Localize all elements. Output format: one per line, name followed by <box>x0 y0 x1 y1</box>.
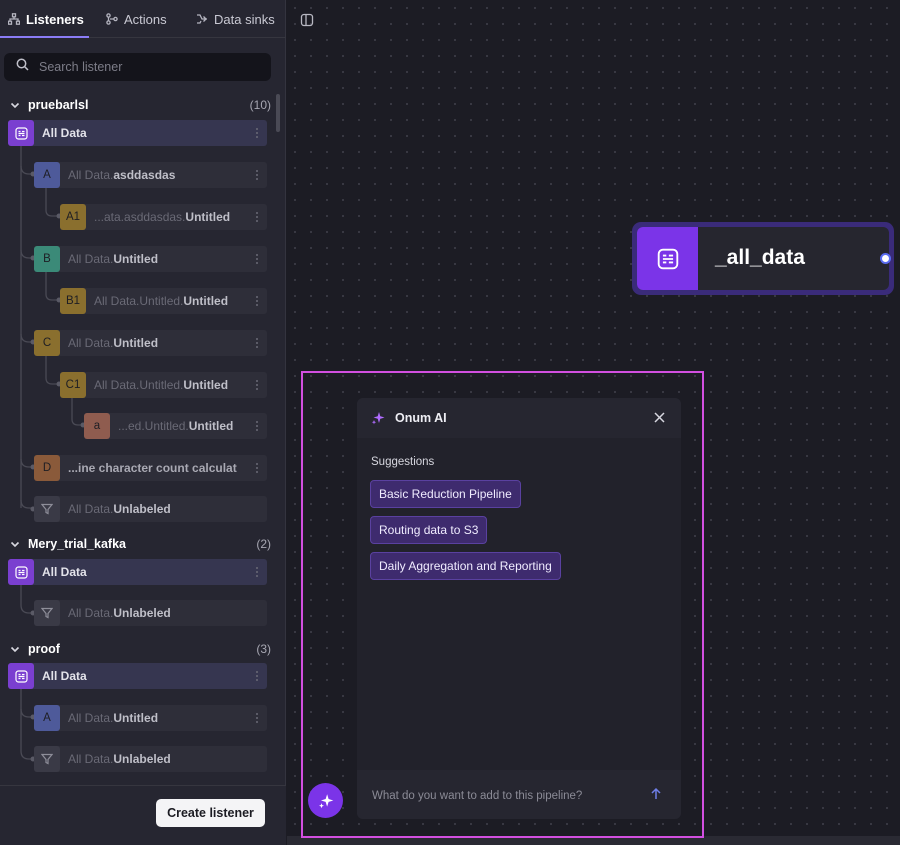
more-icon[interactable] <box>255 252 259 266</box>
more-icon[interactable] <box>255 168 259 182</box>
listener-node[interactable]: A All Data.Untitled <box>34 705 267 731</box>
active-tab-indicator <box>0 36 89 38</box>
node-badge: B1 <box>60 288 86 314</box>
listener-group-proof[interactable]: proof (3) <box>0 639 286 659</box>
node-badge: a <box>84 413 110 439</box>
branch-icon <box>106 13 118 25</box>
node-label: All Data <box>42 669 87 683</box>
node-badge: A <box>34 705 60 731</box>
ai-prompt-input[interactable] <box>372 787 632 805</box>
suggestion-chip[interactable]: Basic Reduction Pipeline <box>370 480 521 508</box>
listener-node-root[interactable]: All Data <box>8 120 267 146</box>
ai-assistant-button[interactable] <box>308 783 343 818</box>
group-name: Mery_trial_kafka <box>28 537 126 551</box>
node-badge: D <box>34 455 60 481</box>
listener-icon <box>8 559 34 585</box>
ai-panel-title: Onum AI <box>395 411 447 425</box>
more-icon[interactable] <box>255 565 259 579</box>
panel-tabs: Listeners Actions Data sinks <box>0 0 286 38</box>
listener-node[interactable]: D ...ine character count calculat <box>34 455 267 481</box>
listener-node[interactable]: A1 ...ata.asddasdas.Untitled <box>60 204 267 230</box>
more-icon[interactable] <box>255 378 259 392</box>
sink-icon <box>196 13 208 25</box>
node-badge: C1 <box>60 372 86 398</box>
filter-icon <box>34 600 60 626</box>
sparkle-icon <box>318 793 333 808</box>
send-arrow-icon[interactable] <box>650 787 662 801</box>
more-icon[interactable] <box>255 210 259 224</box>
listener-node[interactable]: B All Data.Untitled <box>34 246 267 272</box>
more-icon[interactable] <box>255 711 259 725</box>
all-data-node-body: _all_data <box>637 227 889 290</box>
tab-label: Listeners <box>26 11 84 27</box>
tab-data-sinks[interactable]: Data sinks <box>196 0 275 38</box>
more-icon[interactable] <box>255 669 259 683</box>
node-badge: A <box>34 162 60 188</box>
chevron-down-icon <box>10 102 20 109</box>
listener-group-pruebarlsl[interactable]: pruebarlsl (10) <box>0 95 286 115</box>
listener-node[interactable]: C1 All Data.Untitled.Untitled <box>60 372 267 398</box>
listener-node-filter[interactable]: All Data.Unlabeled <box>34 600 267 626</box>
more-icon[interactable] <box>255 461 259 475</box>
more-icon[interactable] <box>255 336 259 350</box>
listener-node[interactable]: a ...ed.Untitled.Untitled <box>84 413 267 439</box>
more-icon[interactable] <box>255 126 259 140</box>
panel-toggle-icon[interactable] <box>300 13 314 27</box>
group-count: (2) <box>256 537 271 551</box>
tab-label: Actions <box>124 11 167 27</box>
listener-node[interactable]: C All Data.Untitled <box>34 330 267 356</box>
group-count: (3) <box>256 642 271 656</box>
listener-icon <box>8 663 34 689</box>
create-listener-button[interactable]: Create listener <box>156 799 265 827</box>
listener-node-root[interactable]: All Data <box>8 663 267 689</box>
listener-group-mery-trial-kafka[interactable]: Mery_trial_kafka (2) <box>0 534 286 554</box>
suggestion-chip[interactable]: Routing data to S3 <box>370 516 488 544</box>
tab-actions[interactable]: Actions <box>106 0 167 38</box>
listener-node[interactable]: B1 All Data.Untitled.Untitled <box>60 288 267 314</box>
tab-label: Data sinks <box>214 11 275 27</box>
close-icon[interactable] <box>653 411 666 424</box>
listeners-panel: Listeners Actions Data sinks Search list… <box>0 0 286 845</box>
node-title: _all_data <box>715 246 805 269</box>
more-icon[interactable] <box>255 419 259 433</box>
search-icon <box>16 58 29 76</box>
listener-node-root[interactable]: All Data <box>8 559 267 585</box>
group-count: (10) <box>249 98 271 112</box>
filter-icon <box>34 746 60 772</box>
listener-node-filter[interactable]: All Data.Unlabeled <box>34 496 267 522</box>
suggestion-chip[interactable]: Daily Aggregation and Reporting <box>370 552 561 580</box>
chevron-down-icon <box>10 646 20 653</box>
node-badge: A1 <box>60 204 86 230</box>
chevron-down-icon <box>10 541 20 548</box>
listener-node-filter[interactable]: All Data.Unlabeled <box>34 746 267 772</box>
search-box <box>4 53 271 81</box>
search-input[interactable] <box>39 60 259 74</box>
filter-icon <box>34 496 60 522</box>
all-data-node[interactable]: _all_data <box>632 222 894 295</box>
node-output-port[interactable] <box>880 253 891 264</box>
group-name: pruebarlsl <box>28 98 89 112</box>
node-label: All Data <box>42 565 87 579</box>
tab-listeners[interactable]: Listeners <box>8 0 84 38</box>
node-label: All Data <box>42 126 87 140</box>
node-badge: C <box>34 330 60 356</box>
more-icon[interactable] <box>255 294 259 308</box>
node-badge: B <box>34 246 60 272</box>
sparkle-icon <box>371 412 385 425</box>
suggestions-label: Suggestions <box>371 456 435 468</box>
group-name: proof <box>28 642 60 656</box>
listener-node[interactable]: A All Data.asddasdas <box>34 162 267 188</box>
hierarchy-icon <box>8 13 20 25</box>
listener-icon <box>637 227 698 290</box>
listener-icon <box>8 120 34 146</box>
